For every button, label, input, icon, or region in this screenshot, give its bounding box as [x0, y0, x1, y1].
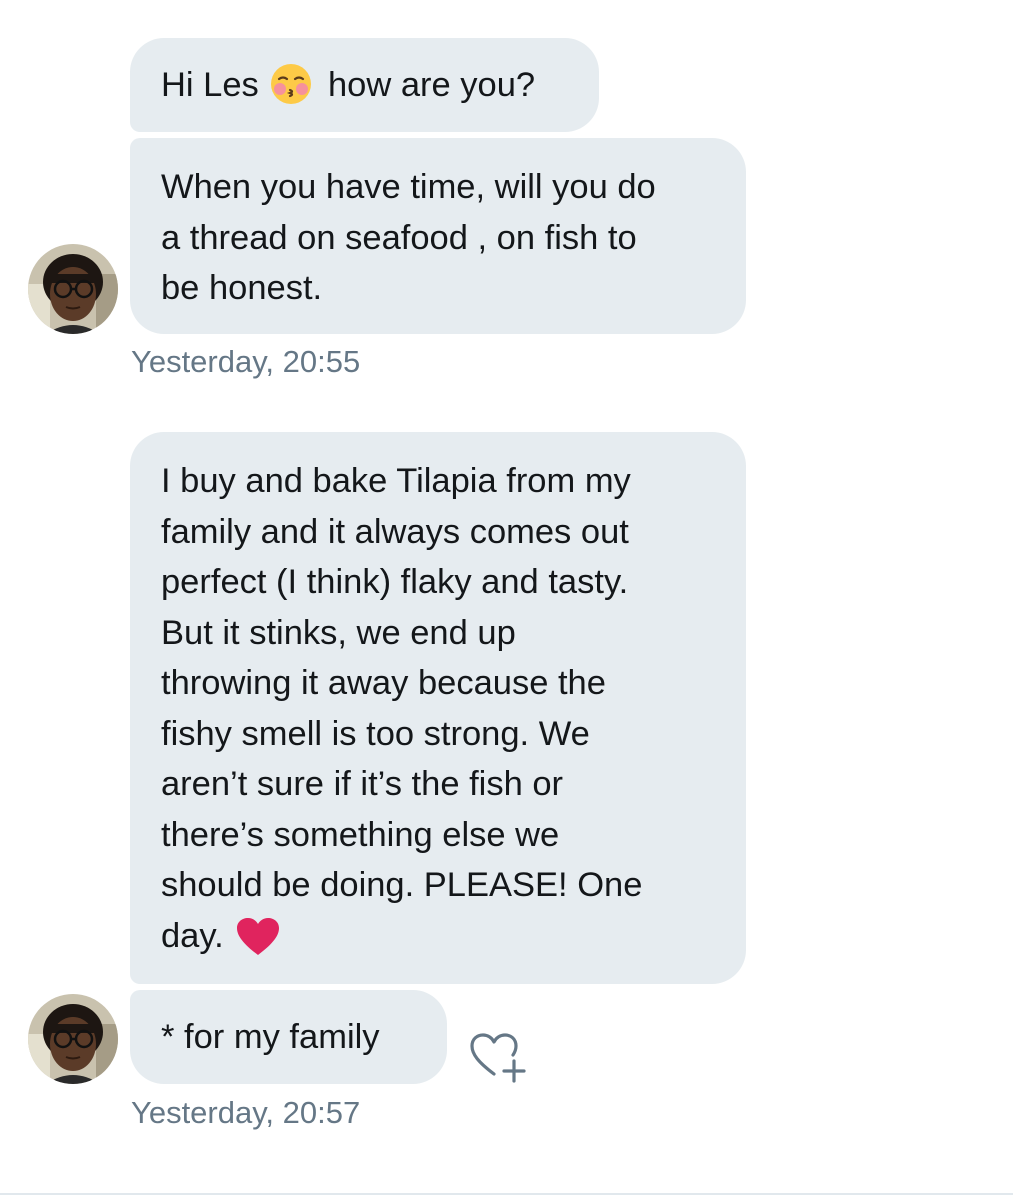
message-bubble[interactable]: * for my family [130, 990, 447, 1084]
message-line: perfect (I think) flaky and tasty. [161, 563, 629, 601]
message-line: family and it always comes out [161, 512, 629, 551]
message-line: be honest. [161, 269, 323, 307]
message-line: fishy smell is too strong. We [161, 714, 590, 753]
message-line: there’s something else we [161, 815, 560, 854]
add-reaction-button[interactable] [468, 1028, 530, 1084]
message-line: should be doing. PLEASE! One [161, 866, 643, 904]
message-text: * for my family [161, 1018, 380, 1056]
sender-avatar[interactable] [28, 994, 118, 1084]
kissing-face-emoji-icon [270, 63, 312, 120]
message-text: day. [161, 916, 224, 955]
message-line: a thread on seafood , on fish to [161, 218, 637, 257]
message-line: throwing it away because the [161, 664, 606, 702]
message-line: I buy and bake Tilapia from my [161, 462, 631, 500]
message-bubble[interactable]: Hi Les how are you? [130, 38, 599, 132]
message-bubble[interactable]: I buy and bake Tilapia from my family an… [130, 432, 746, 984]
message-timestamp: Yesterday, 20:57 [131, 1095, 361, 1130]
sender-avatar[interactable] [28, 244, 118, 334]
message-line-last: day. [161, 911, 716, 972]
heart-plus-icon [468, 1033, 530, 1088]
message-line: But it stinks, we end up [161, 613, 516, 652]
message-line: aren’t sure if it’s the fish or [161, 765, 564, 803]
message-text: how are you? [327, 66, 536, 104]
message-line: When you have time, will you do [161, 168, 656, 206]
red-heart-emoji-icon [236, 917, 280, 972]
message-text: Hi Les [161, 66, 259, 104]
divider [0, 1193, 1013, 1195]
message-bubble[interactable]: When you have time, will you do a thread… [130, 138, 746, 334]
message-timestamp: Yesterday, 20:55 [131, 344, 361, 379]
